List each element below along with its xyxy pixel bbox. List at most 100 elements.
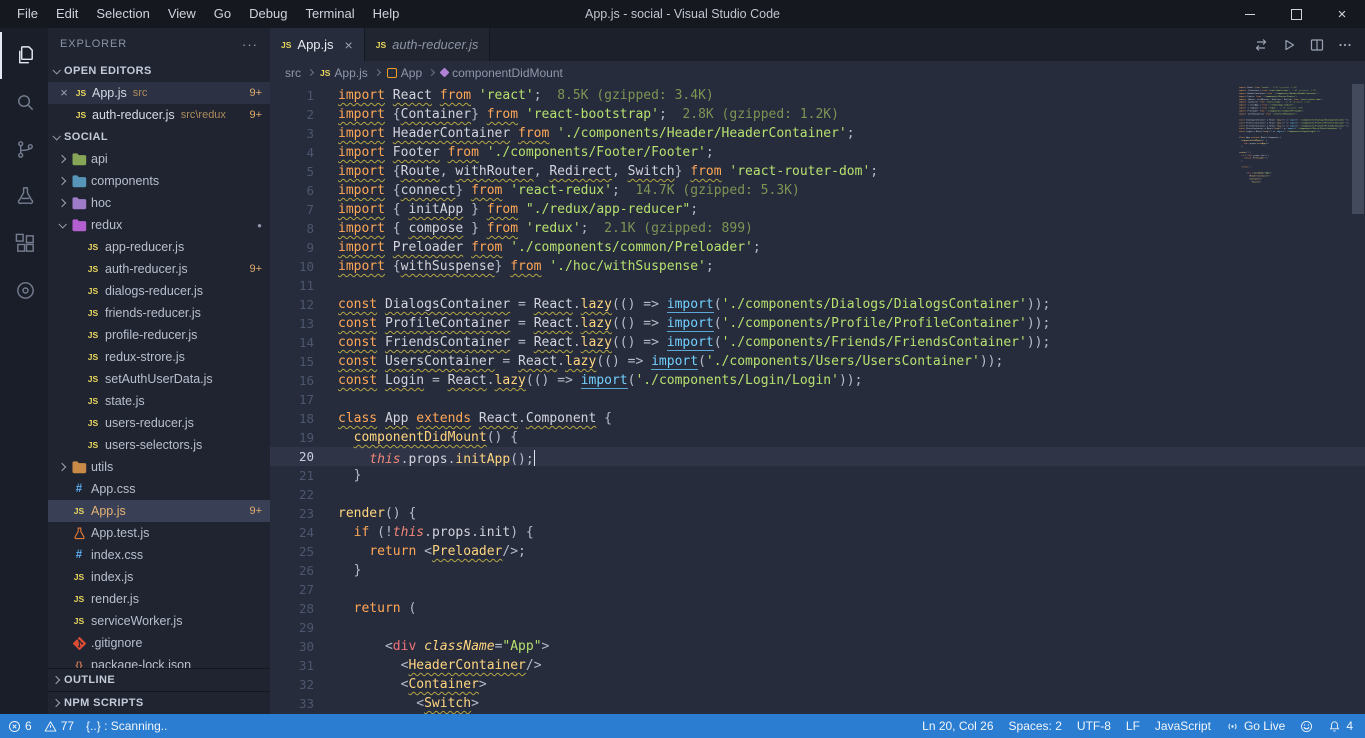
- code-line-30[interactable]: 30 <div className="App">: [270, 637, 1365, 656]
- line-number[interactable]: 7: [270, 200, 338, 219]
- line-number[interactable]: 20: [270, 447, 338, 466]
- line-number[interactable]: 27: [270, 580, 338, 599]
- line-number[interactable]: 8: [270, 219, 338, 238]
- code-line-11[interactable]: 11: [270, 276, 1365, 295]
- folder-components[interactable]: components: [48, 170, 270, 192]
- folder-redux[interactable]: redux●: [48, 214, 270, 236]
- code-line-33[interactable]: 33 <Switch>: [270, 694, 1365, 713]
- line-number[interactable]: 11: [270, 276, 338, 295]
- menu-view[interactable]: View: [159, 0, 205, 28]
- code-line-29[interactable]: 29: [270, 618, 1365, 637]
- npm-scripts-section-header[interactable]: NPM SCRIPTS: [48, 691, 270, 714]
- line-number[interactable]: 28: [270, 599, 338, 618]
- file-App.css[interactable]: #App.css: [48, 478, 270, 500]
- minimize-button[interactable]: [1227, 0, 1273, 28]
- file-index.js[interactable]: JSindex.js: [48, 566, 270, 588]
- line-number[interactable]: 33: [270, 694, 338, 713]
- file-friends-reducer.js[interactable]: JSfriends-reducer.js: [48, 302, 270, 324]
- code-line-27[interactable]: 27: [270, 580, 1365, 599]
- chevron-right-icon[interactable]: [58, 463, 66, 471]
- line-number[interactable]: 13: [270, 314, 338, 333]
- file-auth-reducer.js[interactable]: JSauth-reducer.js9+: [48, 258, 270, 280]
- file-state.js[interactable]: JSstate.js: [48, 390, 270, 412]
- chevron-right-icon[interactable]: [58, 155, 66, 163]
- tab-App.js[interactable]: JSApp.js×: [270, 28, 365, 61]
- source-control-icon[interactable]: [0, 126, 48, 173]
- more-actions-icon[interactable]: ···: [242, 37, 258, 52]
- editor-scrollbar[interactable]: [1351, 84, 1365, 714]
- indentation-setting[interactable]: Spaces: 2: [1009, 719, 1062, 733]
- code-line-7[interactable]: 7import { initApp } from "./redux/app-re…: [270, 200, 1365, 219]
- split-editor-icon[interactable]: [1309, 37, 1325, 53]
- cursor-position[interactable]: Ln 20, Col 26: [922, 719, 993, 733]
- minimap[interactable]: import React from 'react'; 8.5K (gzipped…: [1239, 86, 1351, 706]
- extensions-icon[interactable]: [0, 220, 48, 267]
- file-App.test.js[interactable]: App.test.js: [48, 522, 270, 544]
- file-render.js[interactable]: JSrender.js: [48, 588, 270, 610]
- code-line-23[interactable]: 23render() {: [270, 504, 1365, 523]
- close-icon[interactable]: ×: [56, 85, 72, 101]
- file-setAuthUserData.js[interactable]: JSsetAuthUserData.js: [48, 368, 270, 390]
- code-line-18[interactable]: 18class App extends React.Component {: [270, 409, 1365, 428]
- line-number[interactable]: 22: [270, 485, 338, 504]
- file-.gitignore[interactable]: .gitignore: [48, 632, 270, 654]
- file-app-reducer.js[interactable]: JSapp-reducer.js: [48, 236, 270, 258]
- code-line-1[interactable]: 1import React from 'react'; 8.5K (gzippe…: [270, 86, 1365, 105]
- line-number[interactable]: 17: [270, 390, 338, 409]
- menu-debug[interactable]: Debug: [240, 0, 296, 28]
- explorer-icon[interactable]: [0, 32, 48, 79]
- menu-go[interactable]: Go: [205, 0, 240, 28]
- code-line-32[interactable]: 32 <Container>: [270, 675, 1365, 694]
- folder-hoc[interactable]: hoc: [48, 192, 270, 214]
- code-line-19[interactable]: 19 componentDidMount() {: [270, 428, 1365, 447]
- breadcrumb-componentDidMount[interactable]: componentDidMount: [441, 66, 563, 80]
- code-line-9[interactable]: 9import Preloader from './components/com…: [270, 238, 1365, 257]
- line-number[interactable]: 1: [270, 86, 338, 105]
- chevron-right-icon[interactable]: [58, 177, 66, 185]
- feedback-button[interactable]: [1300, 720, 1313, 733]
- code-line-8[interactable]: 8import { compose } from 'redux'; 2.1K (…: [270, 219, 1365, 238]
- menu-selection[interactable]: Selection: [87, 0, 158, 28]
- code-line-28[interactable]: 28 return (: [270, 599, 1365, 618]
- breadcrumb-App[interactable]: App: [387, 66, 422, 80]
- problems-indicator[interactable]: 6 77: [8, 719, 74, 733]
- encoding-setting[interactable]: UTF-8: [1077, 719, 1111, 733]
- chevron-down-icon[interactable]: [58, 220, 66, 228]
- folder-api[interactable]: api: [48, 148, 270, 170]
- close-icon[interactable]: ×: [345, 37, 353, 53]
- open-editors-header[interactable]: OPEN EDITORS: [48, 60, 270, 82]
- run-code-icon[interactable]: [1281, 37, 1297, 53]
- code-line-14[interactable]: 14const FriendsContainer = React.lazy(()…: [270, 333, 1365, 352]
- file-dialogs-reducer.js[interactable]: JSdialogs-reducer.js: [48, 280, 270, 302]
- code-line-12[interactable]: 12const DialogsContainer = React.lazy(()…: [270, 295, 1365, 314]
- menu-terminal[interactable]: Terminal: [296, 0, 363, 28]
- line-number[interactable]: 6: [270, 181, 338, 200]
- line-number[interactable]: 4: [270, 143, 338, 162]
- line-number[interactable]: 21: [270, 466, 338, 485]
- chevron-right-icon[interactable]: [58, 199, 66, 207]
- code-line-22[interactable]: 22: [270, 485, 1365, 504]
- line-number[interactable]: 15: [270, 352, 338, 371]
- code-line-10[interactable]: 10import {withSuspense} from './hoc/with…: [270, 257, 1365, 276]
- line-number[interactable]: 14: [270, 333, 338, 352]
- line-number[interactable]: 19: [270, 428, 338, 447]
- open-editor-auth-reducer.js[interactable]: JSauth-reducer.jssrc\redux9+: [48, 104, 270, 126]
- line-number[interactable]: 31: [270, 656, 338, 675]
- folder-utils[interactable]: utils: [48, 456, 270, 478]
- code-line-13[interactable]: 13const ProfileContainer = React.lazy(()…: [270, 314, 1365, 333]
- line-number[interactable]: 26: [270, 561, 338, 580]
- file-users-reducer.js[interactable]: JSusers-reducer.js: [48, 412, 270, 434]
- line-number[interactable]: 3: [270, 124, 338, 143]
- line-number[interactable]: 2: [270, 105, 338, 124]
- code-line-25[interactable]: 25 return <Preloader/>;: [270, 542, 1365, 561]
- menu-help[interactable]: Help: [364, 0, 409, 28]
- open-changes-icon[interactable]: [1253, 37, 1269, 53]
- file-redux-strore.js[interactable]: JSredux-strore.js: [48, 346, 270, 368]
- breadcrumb-src[interactable]: src: [285, 66, 301, 80]
- menu-file[interactable]: File: [8, 0, 47, 28]
- code-line-24[interactable]: 24 if (!this.props.init) {: [270, 523, 1365, 542]
- tab-auth-reducer.js[interactable]: JSauth-reducer.js: [365, 28, 491, 61]
- project-section-header[interactable]: SOCIAL: [48, 126, 270, 148]
- go-live-button[interactable]: Go Live: [1226, 719, 1285, 733]
- maximize-button[interactable]: [1273, 0, 1319, 28]
